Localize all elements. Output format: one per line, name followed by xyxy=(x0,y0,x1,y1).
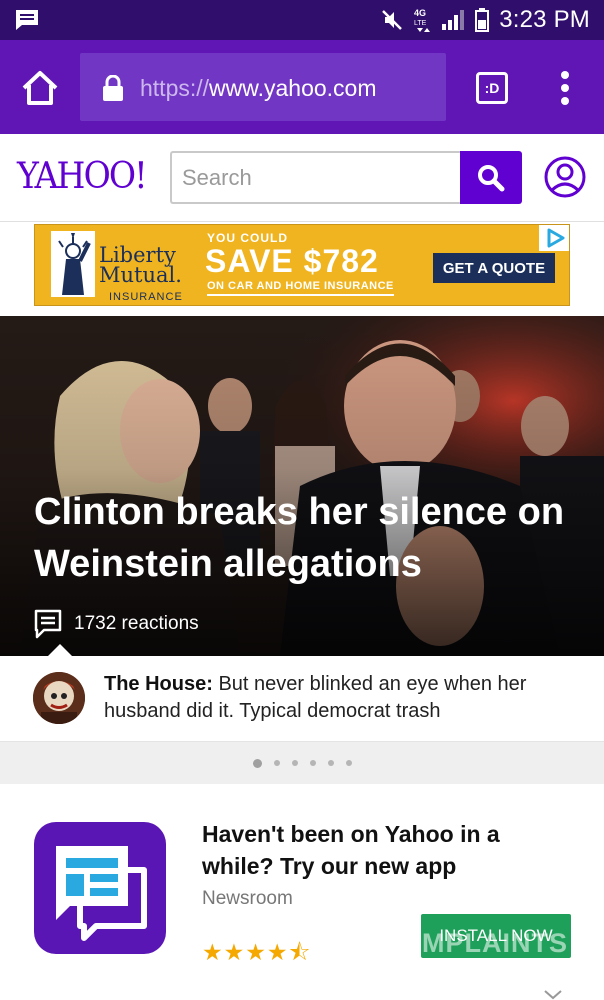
lte-network-icon: 4G LTE xyxy=(414,8,431,32)
carousel-dot-2[interactable] xyxy=(273,760,280,766)
ad-brand-sub: INSURANCE xyxy=(109,291,183,303)
comment-pointer xyxy=(48,644,72,656)
reactions[interactable]: 1732 reactions xyxy=(34,608,199,640)
get-quote-button[interactable]: GET A QUOTE xyxy=(433,253,555,283)
carousel-indicator xyxy=(0,742,604,784)
chevron-down-icon[interactable] xyxy=(543,990,563,1000)
carousel-dot-3[interactable] xyxy=(291,760,298,766)
search-input[interactable] xyxy=(170,151,462,204)
url-scheme: https:// xyxy=(140,75,210,101)
ad-brand-line1: Liberty xyxy=(99,243,176,267)
address-bar[interactable]: https://www.yahoo.com xyxy=(80,53,446,121)
yahoo-logo[interactable]: YAHOO! xyxy=(17,156,148,197)
yahoo-header: YAHOO! xyxy=(0,134,604,222)
overflow-menu-icon[interactable] xyxy=(553,68,577,108)
chat-bubbles-icon xyxy=(56,846,147,941)
ad-brand: Liberty Mutual. xyxy=(99,243,182,287)
avatar xyxy=(33,672,85,724)
app-name: Newsroom xyxy=(202,888,293,909)
app-promo: Haven't been on Yahoo in a while? Try ou… xyxy=(0,784,604,1000)
profile-icon[interactable] xyxy=(544,156,586,198)
ad-area: Liberty Mutual. INSURANCE YOU COULD SAVE… xyxy=(0,222,604,316)
svg-text:4G: 4G xyxy=(414,8,426,18)
carousel-dot-5[interactable] xyxy=(327,760,334,766)
ad-brand-line2: Mutual. xyxy=(99,263,182,287)
commenter-avatar-image xyxy=(33,672,85,724)
featured-comment[interactable]: The House: But never blinked an eye when… xyxy=(0,644,604,742)
url-host: www.yahoo.com xyxy=(209,75,377,101)
newsroom-app-icon[interactable] xyxy=(34,822,166,954)
hero-story[interactable]: Clinton breaks her silence on Weinstein … xyxy=(0,316,604,656)
battery-icon xyxy=(475,8,490,32)
search-button[interactable] xyxy=(460,151,522,204)
signal-icon xyxy=(442,10,465,30)
hero-headline[interactable]: Clinton breaks her silence on Weinstein … xyxy=(34,486,594,590)
home-icon[interactable] xyxy=(20,70,60,106)
ad-subline: ON CAR AND HOME INSURANCE xyxy=(207,280,394,296)
status-bar: 4G LTE 3:23 PM xyxy=(0,0,604,40)
message-notification-icon xyxy=(16,10,38,30)
install-now-button[interactable]: INSTALL NOW xyxy=(421,914,571,958)
url-text: https://www.yahoo.com xyxy=(140,75,377,102)
carousel-dot-6[interactable] xyxy=(345,760,352,766)
svg-text:LTE: LTE xyxy=(414,20,427,27)
search-icon xyxy=(478,164,505,191)
statue-of-liberty-icon xyxy=(51,231,95,297)
lock-icon xyxy=(103,75,123,101)
status-icons: 4G LTE 3:23 PM xyxy=(381,5,590,35)
comment-text: The House: But never blinked an eye when… xyxy=(104,671,574,725)
star-rating: ★★★★⯪ xyxy=(202,939,312,965)
mute-icon xyxy=(382,10,403,30)
clock: 3:23 PM xyxy=(499,6,590,33)
carousel-dot-1[interactable] xyxy=(252,758,262,768)
reactions-count: 1732 reactions xyxy=(74,613,199,634)
ad-banner[interactable]: Liberty Mutual. INSURANCE YOU COULD SAVE… xyxy=(34,224,570,306)
carousel-dot-4[interactable] xyxy=(309,760,316,766)
ad-headline: SAVE $782 xyxy=(205,243,379,279)
comment-icon xyxy=(34,609,62,639)
comment-author[interactable]: The House: xyxy=(104,673,213,695)
ad-logo: Liberty Mutual. INSURANCE xyxy=(35,225,185,305)
browser-toolbar: https://www.yahoo.com :D xyxy=(0,40,604,134)
promo-headline: Haven't been on Yahoo in a while? Try ou… xyxy=(202,821,500,879)
tab-switcher-button[interactable]: :D xyxy=(476,72,508,104)
adchoices-icon[interactable] xyxy=(539,225,569,251)
